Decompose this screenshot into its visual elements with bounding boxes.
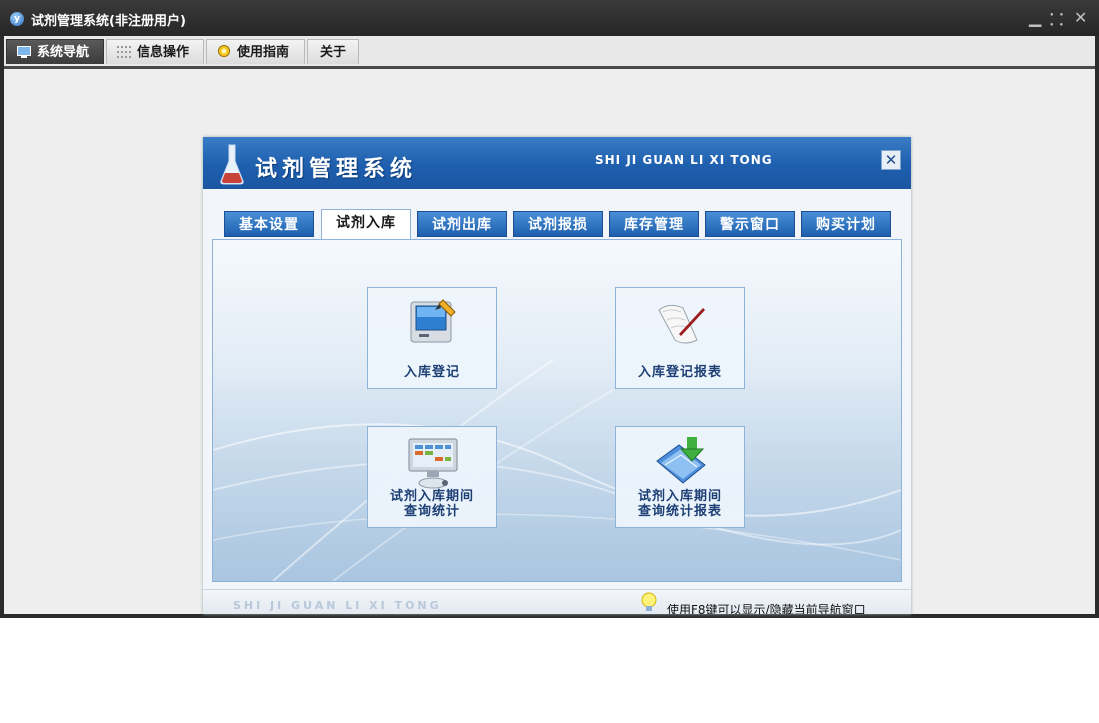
- workspace: 试剂管理系统 SHI JI GUAN LI XI TONG ✕ 基本设置 试剂入…: [4, 69, 1095, 614]
- function-label: 入库登记报表: [637, 365, 722, 380]
- folder-download-icon: [656, 437, 706, 484]
- minimize-icon[interactable]: ▁: [1029, 8, 1041, 27]
- tab-basic-settings[interactable]: 基本设置: [224, 211, 314, 237]
- monitor-icon: [17, 46, 31, 58]
- footer-brand: SHI JI GUAN LI XI TONG: [233, 599, 442, 612]
- computer-stats-icon: [408, 438, 458, 489]
- title-bar[interactable]: y 试剂管理系统(非注册用户) ▁ ⸬ ✕: [0, 0, 1099, 36]
- tab-inventory[interactable]: 库存管理: [609, 211, 699, 237]
- menu-bar: 系统导航 信息操作 使用指南 关于: [4, 36, 1095, 69]
- grid-icon: [117, 46, 131, 58]
- menu-tab-label: 关于: [320, 45, 347, 60]
- menu-tab-label: 系统导航: [37, 45, 90, 60]
- menu-tab-system-nav[interactable]: 系统导航: [6, 39, 104, 64]
- menu-tab-guide[interactable]: 使用指南: [206, 39, 305, 64]
- function-label: 试剂入库期间 查询统计: [389, 489, 474, 519]
- close-icon[interactable]: ✕: [1074, 8, 1087, 27]
- lightbulb-icon: [641, 592, 657, 611]
- tab-purchase-plan[interactable]: 购买计划: [801, 211, 891, 237]
- panel-title: 试剂管理系统: [255, 157, 418, 182]
- restore-icon[interactable]: ⸬: [1050, 8, 1063, 30]
- computer-pen-icon: [410, 299, 456, 343]
- panel-close-button[interactable]: ✕: [881, 150, 901, 170]
- menu-tab-info-ops[interactable]: 信息操作: [106, 39, 204, 64]
- main-window: y 试剂管理系统(非注册用户) ▁ ⸬ ✕ 系统导航 信息操作 使用指南 关于 …: [0, 0, 1099, 618]
- panel-header: 试剂管理系统 SHI JI GUAN LI XI TONG ✕: [203, 137, 911, 189]
- menu-tab-label: 信息操作: [137, 45, 190, 60]
- flask-icon: [220, 144, 244, 185]
- menu-tab-about[interactable]: 关于: [307, 39, 359, 64]
- app-logo-icon: y: [10, 12, 24, 26]
- navigation-panel: 试剂管理系统 SHI JI GUAN LI XI TONG ✕ 基本设置 试剂入…: [203, 137, 911, 614]
- inbound-period-query-button[interactable]: 试剂入库期间 查询统计: [367, 426, 497, 528]
- tab-reagent-loss[interactable]: 试剂报损: [513, 211, 603, 237]
- panel-footer: SHI JI GUAN LI XI TONG 使用F8键可以显示/隐藏当前导航窗…: [203, 589, 911, 614]
- tab-reagent-in[interactable]: 试剂入库: [321, 209, 411, 239]
- inbound-period-report-button[interactable]: 试剂入库期间 查询统计报表: [615, 426, 745, 528]
- panel-subtitle: SHI JI GUAN LI XI TONG: [595, 153, 773, 167]
- tab-content: 入库登记 入库登记报表 试剂入库期间 查询统计 试剂入库期间 查询统计报表: [212, 239, 902, 582]
- window-title: 试剂管理系统(非注册用户): [31, 14, 186, 29]
- scroll-pen-icon: [658, 304, 705, 344]
- background-swirl: [213, 359, 901, 581]
- inbound-report-button[interactable]: 入库登记报表: [615, 287, 745, 389]
- footer-hint: 使用F8键可以显示/隐藏当前导航窗口: [667, 603, 866, 614]
- tab-warning[interactable]: 警示窗口: [705, 211, 795, 237]
- function-label: 入库登记: [403, 365, 460, 380]
- guide-icon: [218, 45, 230, 57]
- function-label: 试剂入库期间 查询统计报表: [637, 489, 722, 519]
- menu-tab-label: 使用指南: [237, 45, 290, 60]
- inbound-register-button[interactable]: 入库登记: [367, 287, 497, 389]
- tab-reagent-out[interactable]: 试剂出库: [417, 211, 507, 237]
